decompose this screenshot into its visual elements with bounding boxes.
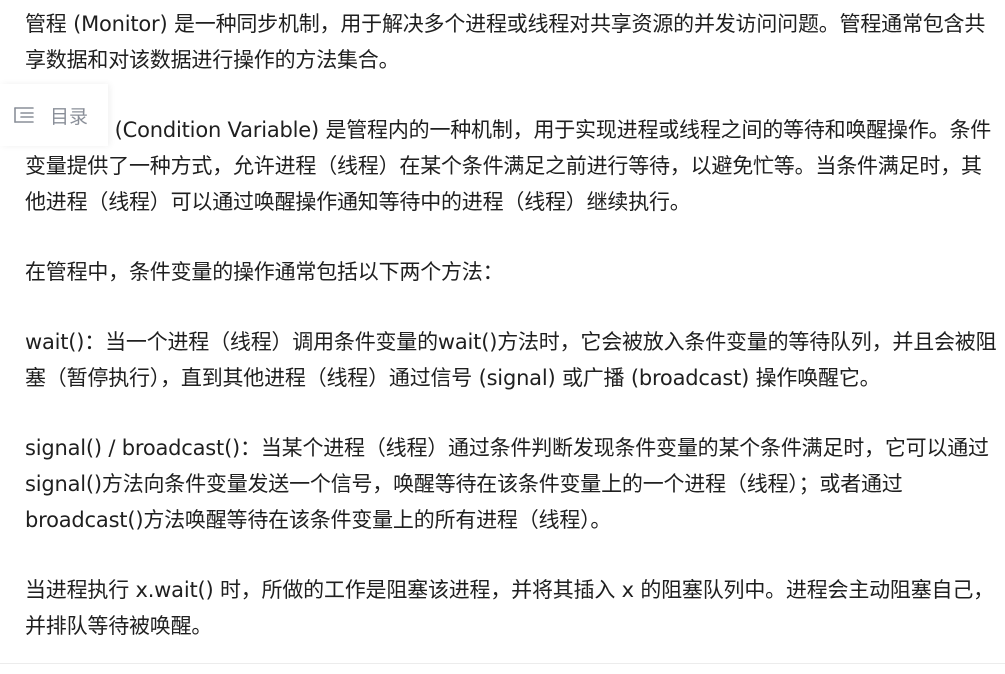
bottom-divider [0, 663, 1005, 664]
paragraph-two-methods-intro: 在管程中，条件变量的操作通常包括以下两个方法： [25, 260, 504, 284]
paragraph-wait-behavior: 当进程执行 x.wait() 时，所做的工作是阻塞该进程，并将其插入 x 的阻塞… [25, 578, 994, 638]
list-icon [12, 103, 36, 127]
article-body: 管程 (Monitor) 是一种同步机制，用于解决多个进程或线程对共享资源的并发… [25, 6, 1000, 644]
paragraph-wait-method: wait()：当一个进程（线程）调用条件变量的wait()方法时，它会被放入条件… [25, 330, 997, 390]
paragraph-monitor-definition: 管程 (Monitor) 是一种同步机制，用于解决多个进程或线程对共享资源的并发… [25, 12, 986, 72]
toc-label: 目录 [50, 105, 89, 128]
paragraph-signal-broadcast: signal() / broadcast()：当某个进程（线程）通过条件判断发现… [25, 436, 989, 532]
paragraph-condition-variable: 条件变量 (Condition Variable) 是管程内的一种机制，用于实现… [25, 118, 992, 214]
toc-button[interactable]: 目录 [0, 84, 108, 146]
